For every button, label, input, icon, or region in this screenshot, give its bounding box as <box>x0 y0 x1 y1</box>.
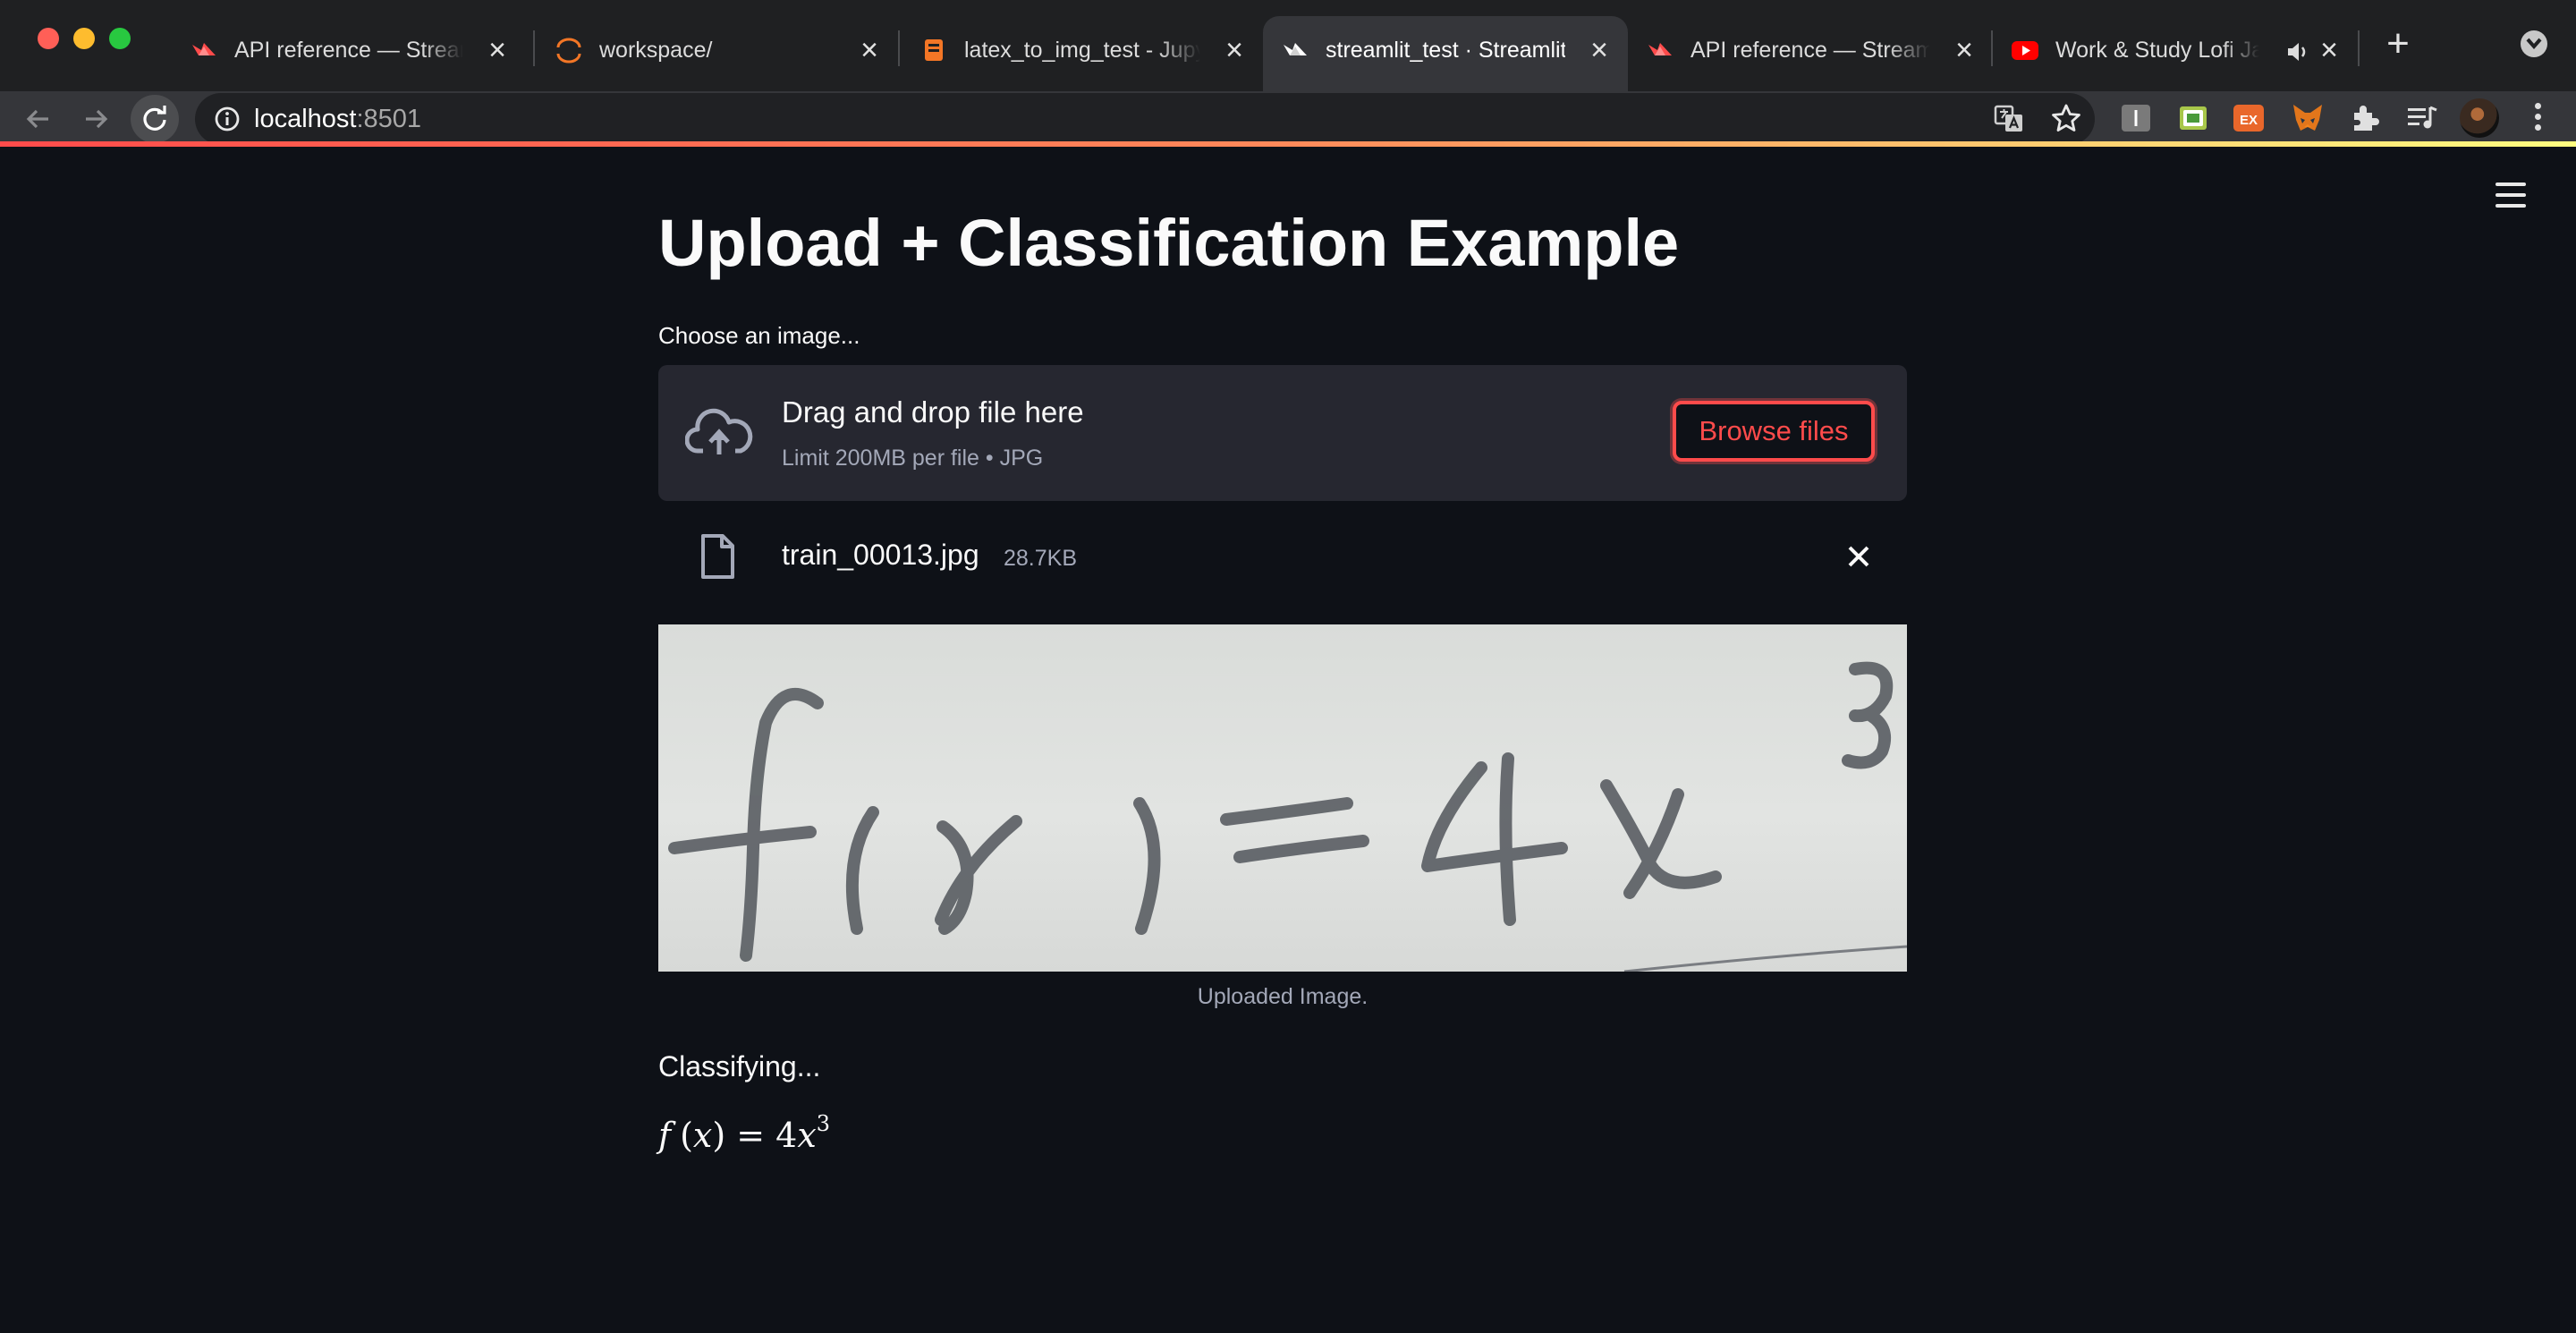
extensions-icon[interactable] <box>2347 100 2383 136</box>
latex-x: x <box>692 1116 713 1155</box>
streamlit-crown-icon <box>1284 43 1307 55</box>
tab-api-reference[interactable]: API reference — Streamlit × <box>172 16 526 91</box>
extension-reader-icon[interactable] <box>2118 100 2154 136</box>
chevron-down-icon <box>2526 38 2542 50</box>
dropzone-title: Drag and drop file here <box>782 395 1084 429</box>
tab-title: latex_to_img_test - Jupyter <box>964 38 1200 63</box>
tab-close-button[interactable]: × <box>1581 32 1617 68</box>
back-button[interactable] <box>14 95 63 143</box>
media-control-icon[interactable] <box>2404 100 2440 136</box>
extension-ex-icon[interactable]: EX <box>2231 100 2267 136</box>
translate-icon[interactable] <box>1993 103 2025 135</box>
forward-icon <box>86 109 108 129</box>
hamburger-menu-icon[interactable] <box>2496 183 2526 209</box>
latex-x: x <box>797 1116 817 1155</box>
metamask-fox-icon[interactable] <box>2290 100 2326 136</box>
cloud-upload-icon <box>685 408 753 454</box>
handwritten-equation-image <box>668 661 1907 972</box>
jupyter-icon <box>556 38 581 64</box>
browser-window: API reference — Streamlit × workspace/ ×… <box>0 0 2576 1333</box>
bookmark-star-icon[interactable] <box>2050 103 2082 135</box>
tab-youtube[interactable]: Work & Study Lofi Jazz × <box>1993 16 2358 91</box>
reload-button[interactable] <box>131 95 179 143</box>
tab-close-button[interactable]: × <box>479 32 515 68</box>
latex-f: f <box>658 1116 672 1155</box>
profile-avatar[interactable] <box>2460 98 2499 138</box>
tab-close-button[interactable]: × <box>1946 32 1982 68</box>
new-tab-button[interactable]: + <box>2376 21 2420 66</box>
status-text: Classifying... <box>658 1050 821 1083</box>
tab-close-button[interactable]: × <box>852 32 887 68</box>
speaker-icon[interactable] <box>2286 41 2309 63</box>
tab-close-button[interactable]: × <box>1216 32 1252 68</box>
tab-title: workspace/ <box>599 38 713 63</box>
uploaded-file-row: train_00013.jpg 28.7KB <box>658 521 1907 596</box>
latex-exponent: 3 <box>816 1111 831 1136</box>
tab-latex-notebook[interactable]: latex_to_img_test - Jupyter × <box>902 16 1263 91</box>
url-port: :8501 <box>356 105 422 133</box>
browse-files-button[interactable]: Browse files <box>1673 401 1875 462</box>
uploader-label: Choose an image... <box>658 322 860 349</box>
address-bar[interactable]: localhost:8501 <box>195 93 2095 145</box>
streamlit-app: Upload + Classification Example Choose a… <box>0 147 2576 1333</box>
page-title: Upload + Classification Example <box>658 206 1680 280</box>
file-size: 28.7KB <box>1004 546 1078 571</box>
url-host: localhost <box>254 105 357 133</box>
tab-separator <box>533 30 535 66</box>
file-icon <box>701 534 734 579</box>
tab-title: API reference — Streamlit <box>234 38 463 63</box>
streamlit-crown-icon <box>192 43 216 55</box>
tab-title: API reference — Streamlit <box>1690 38 1930 63</box>
youtube-icon <box>2012 41 2038 60</box>
site-info-icon[interactable] <box>213 105 242 133</box>
url-text: localhost:8501 <box>254 93 421 145</box>
forward-button[interactable] <box>72 95 120 143</box>
tab-close-button[interactable]: × <box>2311 32 2347 68</box>
svg-text:EX: EX <box>2240 113 2258 128</box>
image-caption: Uploaded Image. <box>1197 984 1368 1009</box>
tab-workspace[interactable]: workspace/ × <box>537 16 898 91</box>
minimize-window-button[interactable] <box>73 28 95 49</box>
tab-title: streamlit_test · Streamlit <box>1326 38 1565 63</box>
maximize-window-button[interactable] <box>109 28 131 49</box>
streamlit-crown-icon <box>1648 43 1672 55</box>
tab-api-reference[interactable]: API reference — Streamlit × <box>1628 16 1993 91</box>
dropzone-limit: Limit 200MB per file • JPG <box>782 446 1044 471</box>
jupyter-notebook-icon <box>925 39 943 61</box>
back-icon <box>26 109 48 129</box>
reload-icon <box>143 106 166 131</box>
tab-strip: API reference — Streamlit × workspace/ ×… <box>0 0 2576 91</box>
close-icon[interactable] <box>1841 539 1877 574</box>
latex-coefficient: 4 <box>775 1116 798 1155</box>
file-dropzone[interactable]: Drag and drop file here Limit 200MB per … <box>658 365 1907 501</box>
close-window-button[interactable] <box>38 28 59 49</box>
tab-search-button[interactable] <box>2521 30 2547 57</box>
tab-separator <box>898 30 900 66</box>
latex-result: f (x) = 4x3 <box>658 1111 831 1155</box>
browser-menu-button[interactable] <box>2524 100 2551 138</box>
uploaded-image <box>658 624 1907 972</box>
tab-separator <box>2358 30 2360 66</box>
tab-streamlit-test[interactable]: streamlit_test · Streamlit × <box>1263 16 1628 91</box>
file-name: train_00013.jpg <box>782 539 979 571</box>
extension-media-icon[interactable] <box>2175 100 2211 136</box>
browser-toolbar: localhost:8501 EX <box>0 91 2576 147</box>
tab-title: Work & Study Lofi Jazz <box>2055 38 2259 63</box>
